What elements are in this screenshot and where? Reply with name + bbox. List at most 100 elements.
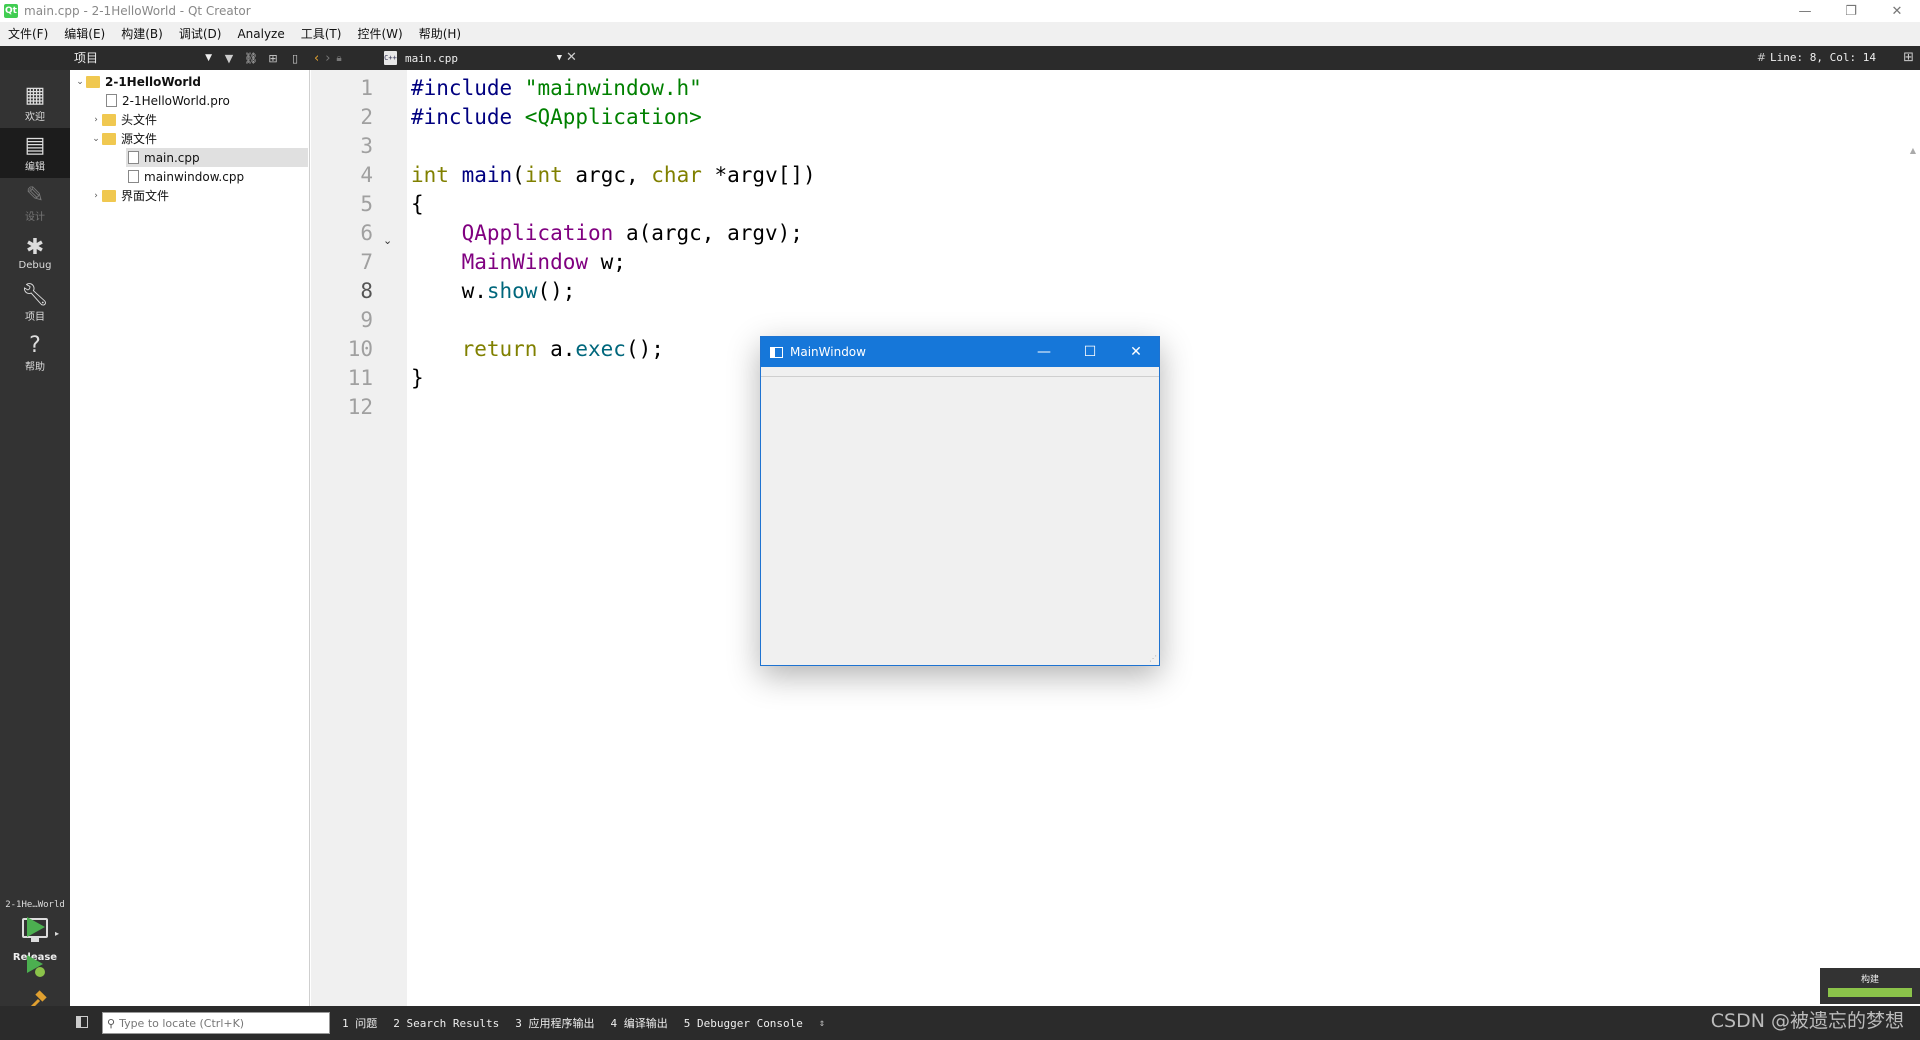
grid-icon: ▦ [24,82,46,108]
run-icon[interactable] [22,914,48,940]
code-token: a. [537,337,576,361]
mode-help[interactable]: ? 帮助 [0,328,70,378]
more-tabs-icon[interactable]: ⇕ [819,1018,825,1029]
toggle-sidebar-icon[interactable] [76,1016,88,1028]
link-icon[interactable]: ⛓ [242,52,260,65]
fold-marker-icon[interactable]: ⌄ [383,234,392,247]
code-line[interactable]: QApplication a(argc, argv); [411,219,803,248]
mainwindow-titlebar[interactable]: MainWindow — ☐ ✕ [761,337,1159,367]
close-document-icon[interactable]: ✕ [566,46,577,70]
code-line[interactable]: #include "mainwindow.h" [411,74,702,103]
chevron-right-icon[interactable]: › [90,191,102,201]
code-token: a(argc, argv); [613,221,803,245]
split-add-icon[interactable]: ⊞ [264,52,282,65]
split-editor-icon[interactable]: ⊞ [1903,46,1914,70]
tab-compile-output[interactable]: 4 编译输出 [610,1015,667,1031]
mainwindow-close-button[interactable]: ✕ [1113,337,1159,367]
tree-item-label: 源文件 [121,132,158,146]
code-token: { [411,192,424,216]
kit-name: 2-1He…World [5,900,65,910]
code-token: <QApplication> [524,105,702,129]
minimize-button[interactable]: — [1782,0,1828,22]
code-editor[interactable]: #include "mainwindow.h" #include <QApplic… [407,70,1920,1006]
tab-issues[interactable]: 1 问题 [342,1015,377,1031]
tab-debugger-console[interactable]: 5 Debugger Console [684,1017,803,1030]
menu-bar: 文件(F) 编辑(E) 构建(B) 调试(D) Analyze 工具(T) 控件… [0,22,1920,46]
mode-selector: ▦ 欢迎 ▤ 编辑 ✎ 设计 ✱ Debug 🔧︎ 项目 ? 帮助 2-1He…… [0,70,70,1014]
mode-debug[interactable]: ✱ Debug [0,228,70,278]
chevron-right-icon[interactable]: › [90,115,102,125]
chevron-down-icon[interactable]: ⌄ [74,77,86,87]
mainwindow-maximize-button[interactable]: ☐ [1067,337,1113,367]
tree-item-main-cpp[interactable]: main.cpp [126,148,308,167]
debug-run-icon[interactable] [22,952,48,978]
menu-edit[interactable]: 编辑(E) [56,22,113,46]
filter-icon[interactable]: ▼ [220,52,238,65]
cpp-file-icon [128,170,139,183]
menu-build[interactable]: 构建(B) [113,22,171,46]
line-number-gutter[interactable]: 1 2 3 4 5 6 7 8 9 10 11 12 ⌄ [311,70,407,1006]
code-line[interactable]: #include <QApplication> [411,103,702,132]
code-token: (); [625,337,664,361]
symbol-hash[interactable]: # [1757,46,1766,70]
mainwindow-minimize-button[interactable]: — [1021,337,1067,367]
line-number: 3 [360,134,373,158]
mode-design[interactable]: ✎ 设计 [0,178,70,228]
code-line[interactable]: return a.exec(); [411,335,664,364]
tree-item-project[interactable]: ⌄ 2-1HelloWorld [74,72,201,91]
open-document-combo[interactable]: C++ main.cpp ▼ [384,48,562,68]
code-line[interactable]: w.show(); [411,277,576,306]
code-token: QApplication [461,221,614,245]
cursor-position[interactable]: Line: 8, Col: 14 [1770,46,1876,70]
code-line[interactable]: } [411,364,424,393]
help-icon: ? [29,332,41,358]
tree-item-label: 界面文件 [121,189,170,203]
kit-expand-arrow-icon[interactable]: ▸ [55,929,59,938]
build-progress-panel[interactable]: 构建 [1820,968,1920,1004]
mainwindow-app-window[interactable]: MainWindow — ☐ ✕ ⋰ [760,336,1160,666]
chevron-down-icon[interactable]: ⌄ [90,134,102,144]
scroll-up-icon[interactable]: ▲ [1910,146,1916,155]
locator-input[interactable]: ⚲ Type to locate (Ctrl+K) [102,1012,330,1034]
tree-item-forms[interactable]: › 界面文件 [90,186,169,205]
edit-icon: ▤ [24,132,46,158]
code-token: main [461,163,513,187]
mode-welcome[interactable]: ▦ 欢迎 [0,78,70,128]
tree-item-mainwindow-cpp[interactable]: mainwindow.cpp [126,167,244,186]
menu-widgets[interactable]: 控件(W) [349,22,410,46]
menu-debug[interactable]: 调试(D) [171,22,230,46]
tree-item-headers[interactable]: › 头文件 [90,110,157,129]
resize-grip-icon[interactable]: ⋰ [1149,654,1157,663]
menu-help[interactable]: 帮助(H) [411,22,469,46]
window-titlebar: Qt main.cpp - 2-1HelloWorld - Qt Creator… [0,0,1920,22]
code-token: "mainwindow.h" [524,76,702,100]
code-token: #include [411,105,525,129]
project-view-combo[interactable]: 项目 ▼ [72,46,216,70]
code-token: (); [537,279,576,303]
mainwindow-controls: — ☐ ✕ [1021,337,1159,367]
restore-button[interactable]: ❐ [1828,0,1874,22]
tab-search-results[interactable]: 2 Search Results [393,1017,499,1030]
tree-item-label: 2-1HelloWorld [105,74,202,89]
code-line[interactable]: MainWindow w; [411,248,626,277]
close-button[interactable]: ✕ [1874,0,1920,22]
forms-folder-icon [102,189,116,202]
tree-item-pro-file[interactable]: 2-1HelloWorld.pro [106,91,230,110]
menu-file[interactable]: 文件(F) [0,22,56,46]
tree-item-sources[interactable]: ⌄ 源文件 [90,129,157,148]
mode-projects[interactable]: 🔧︎ 项目 [0,278,70,328]
forward-arrow-icon[interactable]: › [325,51,330,66]
build-progress-label: 构建 [1860,975,1879,985]
line-number: 6 [360,221,373,245]
code-line[interactable]: { [411,190,424,219]
tab-application-output[interactable]: 3 应用程序输出 [515,1015,594,1031]
code-line[interactable]: int main(int argc, char *argv[]) [411,161,816,190]
back-arrow-icon[interactable]: ‹ [314,51,319,66]
menu-analyze[interactable]: Analyze [229,22,292,46]
mode-edit[interactable]: ▤ 编辑 [0,128,70,178]
menu-tools[interactable]: 工具(T) [293,22,350,46]
mode-label: 帮助 [25,361,45,373]
close-sidebar-icon[interactable]: ▯ [286,52,304,65]
